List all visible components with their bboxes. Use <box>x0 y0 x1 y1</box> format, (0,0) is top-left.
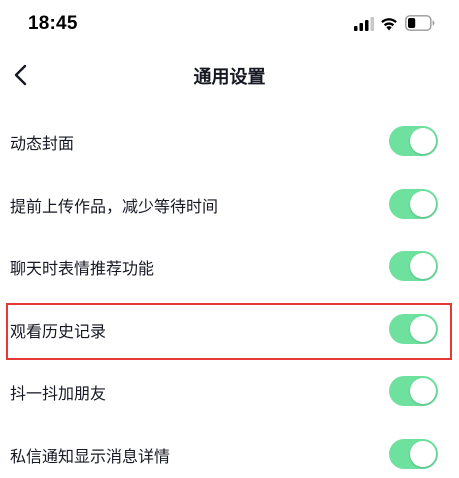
toggle-dm-preview[interactable] <box>389 438 438 469</box>
wifi-icon <box>381 18 397 31</box>
toggle-knob <box>410 315 436 342</box>
toggle-watch-history[interactable] <box>389 313 438 344</box>
setting-label: 观看历史记录 <box>10 321 107 341</box>
setting-label: 动态封面 <box>10 134 75 153</box>
toggle-knob <box>410 253 436 279</box>
nav-bar: 通用设置 <box>0 50 459 100</box>
setting-row-dynamic-cover: 动态封面 <box>0 110 459 172</box>
setting-label: 提前上传作品，减少等待时间 <box>10 196 219 216</box>
setting-label: 抖一抖加朋友 <box>10 384 107 403</box>
setting-label: 私信通知显示消息详情 <box>10 446 171 466</box>
page-title: 通用设置 <box>193 67 266 88</box>
battery-icon <box>405 15 435 31</box>
toggle-chat-emoji-recommend[interactable] <box>389 251 438 281</box>
setting-row-chat-emoji-recommend: 聊天时表情推荐功能 <box>0 235 459 297</box>
toggle-knob <box>410 190 436 217</box>
toggle-knob <box>410 128 436 154</box>
setting-label: 聊天时表情推荐功能 <box>10 259 155 278</box>
setting-row-watch-history: 观看历史记录 <box>0 298 459 360</box>
toggle-knob <box>410 440 436 467</box>
settings-screen: 18:45 通用设置 动态封面提前上传作品，减少等待时间 聊天时表情推荐功能 观看历… <box>0 0 459 478</box>
toggle-upload-ahead[interactable] <box>389 188 438 219</box>
signal-icon <box>354 17 374 31</box>
status-time: 18:45 <box>28 13 78 34</box>
toggle-dynamic-cover[interactable] <box>389 126 438 156</box>
toggle-add-friends[interactable] <box>389 376 438 406</box>
toggle-knob <box>410 378 436 404</box>
setting-row-dm-preview: 私信通知显示消息详情 <box>0 423 459 478</box>
setting-row-upload-ahead: 提前上传作品，减少等待时间 <box>0 173 459 235</box>
setting-row-add-friends: 抖一抖加朋友 <box>0 360 459 422</box>
status-bar: 18:45 <box>0 0 459 46</box>
